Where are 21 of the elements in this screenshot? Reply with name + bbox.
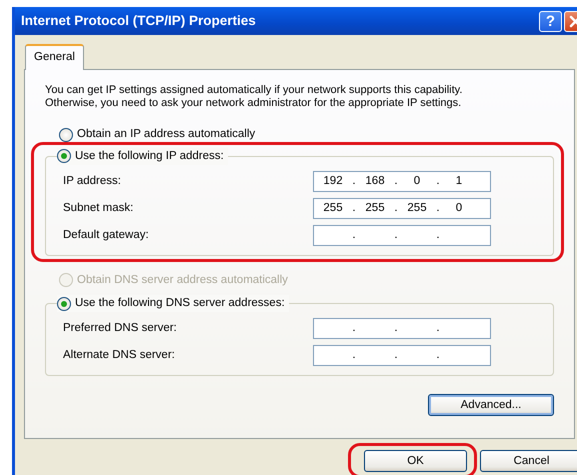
ip-address-field[interactable]: . . . bbox=[313, 224, 491, 246]
radio-button[interactable] bbox=[57, 296, 71, 311]
radio-button[interactable] bbox=[59, 128, 73, 142]
ip-address-field[interactable]: 255 . 255 . 255 . 0 bbox=[313, 198, 491, 219]
radio-label[interactable]: Obtain an IP address automatically bbox=[77, 126, 256, 144]
field-label: Preferred DNS server: bbox=[63, 321, 178, 336]
window-title: Internet Protocol (TCP/IP) Properties bbox=[21, 12, 257, 30]
dialog-button[interactable]: Cancel bbox=[480, 450, 577, 472]
ip-address-field[interactable]: . . . bbox=[313, 345, 491, 366]
radio-button[interactable] bbox=[57, 149, 71, 164]
advanced-button[interactable]: Advanced... bbox=[428, 394, 554, 416]
tab[interactable]: General bbox=[25, 44, 84, 70]
field-label: Subnet mask: bbox=[63, 200, 134, 216]
help-button[interactable]: ? bbox=[539, 10, 562, 32]
field-label: IP address: bbox=[63, 174, 122, 189]
intro-text: You can get IP settings assigned automatically if your network supports this capability. Otherwise, you need to ask your network administrator for the appropriate IP settings. bbox=[45, 84, 464, 110]
ip-address-field[interactable]: . . . bbox=[313, 318, 491, 340]
field-label: Default gateway: bbox=[63, 228, 150, 243]
ip-address-field[interactable]: 192 . 168 . 0 . 1 bbox=[313, 170, 491, 192]
field-label: Alternate DNS server: bbox=[63, 348, 176, 364]
dialog-button[interactable]: OK bbox=[364, 450, 467, 472]
